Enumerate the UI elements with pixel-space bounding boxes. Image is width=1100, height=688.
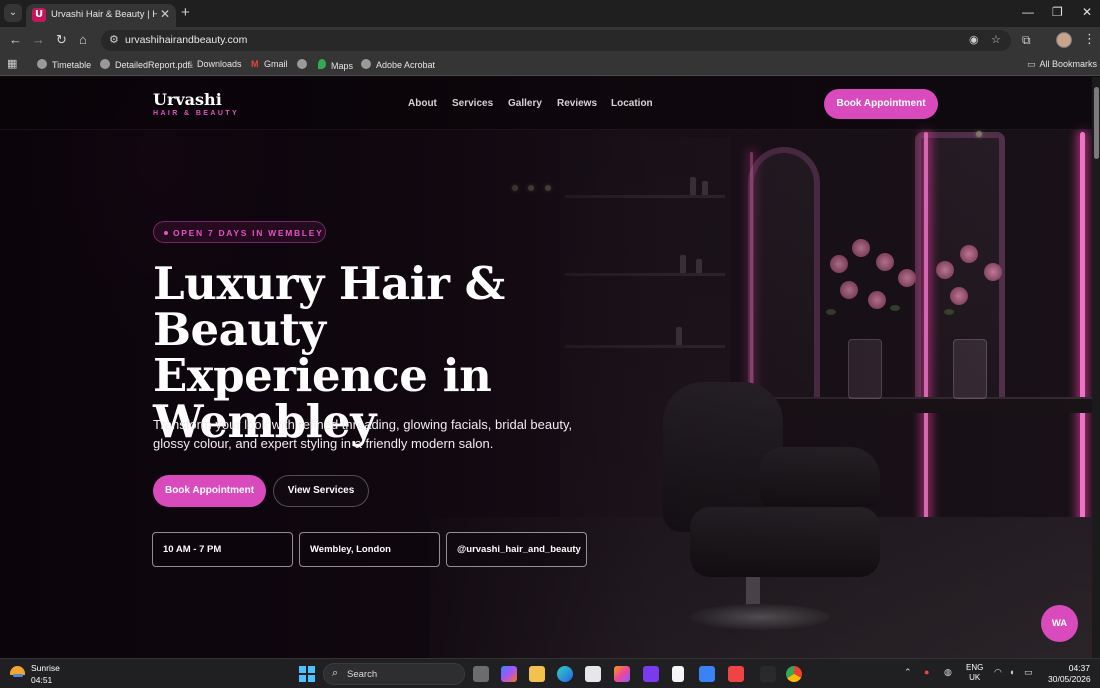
tray-app-icon[interactable]: ● bbox=[924, 667, 929, 677]
volume-icon[interactable]: ◖ bbox=[1009, 667, 1014, 677]
chrome-icon[interactable] bbox=[786, 666, 802, 682]
hero-subtitle: Transform your look with refined threadi… bbox=[153, 417, 573, 451]
all-bookmarks[interactable]: ▭ All Bookmarks bbox=[1027, 59, 1097, 70]
search-placeholder: Search bbox=[347, 669, 378, 680]
browser-toolbar: ← → ↻ ⌂ ⚙ urvashihairandbeauty.com ◉ ☆ ⧉… bbox=[0, 27, 1100, 54]
nav-about[interactable]: About bbox=[408, 98, 437, 109]
badge-text: OPEN 7 DAYS IN WEMBLEY bbox=[173, 227, 324, 238]
book-appointment-button[interactable]: Book Appointment bbox=[153, 475, 266, 507]
folder-icon: ▭ bbox=[1027, 59, 1036, 69]
windows-start-icon[interactable] bbox=[299, 666, 315, 682]
hero-title-line: Experience in bbox=[153, 349, 492, 402]
gmail-icon: M bbox=[251, 59, 259, 69]
language-indicator[interactable]: ENG UK bbox=[966, 663, 983, 683]
clipchamp-icon[interactable] bbox=[643, 666, 659, 682]
scrollbar-thumb[interactable] bbox=[1094, 87, 1099, 159]
forward-icon[interactable]: → bbox=[32, 32, 45, 47]
opening-hours-card: 10 AM - 7 PM bbox=[152, 532, 293, 567]
window-close-icon[interactable]: ✕ bbox=[1082, 5, 1092, 19]
task-view-icon[interactable] bbox=[473, 666, 489, 682]
site-favicon-icon: U bbox=[32, 8, 46, 22]
eye-off-icon[interactable]: ◉ bbox=[969, 33, 979, 46]
nav-services[interactable]: Services bbox=[452, 98, 493, 109]
browser-tab-strip: ⌄ U Urvashi Hair & Beauty | Hair Sa ✕ + … bbox=[0, 0, 1100, 27]
bookmark-detailedreport[interactable]: DetailedReport.pdf bbox=[100, 59, 190, 70]
bookmark-maps[interactable]: Maps bbox=[318, 59, 353, 71]
back-icon[interactable]: ← bbox=[9, 32, 22, 47]
globe-icon bbox=[361, 59, 371, 69]
system-clock[interactable]: 04:37 30/05/2026 bbox=[1048, 663, 1091, 685]
browser-menu-icon[interactable]: ⋮ bbox=[1083, 31, 1096, 47]
bookmark-downloads[interactable]: ⤓ Downloads bbox=[189, 59, 242, 70]
home-icon[interactable]: ⌂ bbox=[79, 32, 87, 47]
instagram-icon[interactable] bbox=[614, 666, 630, 682]
whatsapp-button[interactable]: WA bbox=[1041, 605, 1078, 642]
maps-pin-icon bbox=[318, 59, 326, 69]
header-book-appointment-button[interactable]: Book Appointment bbox=[824, 89, 938, 119]
tray-network-app-icon[interactable]: ◍ bbox=[944, 667, 952, 678]
location-card: Wembley, London bbox=[299, 532, 440, 567]
notepad-icon[interactable] bbox=[672, 666, 684, 682]
edge-icon[interactable] bbox=[557, 666, 573, 682]
minimize-icon[interactable]: — bbox=[1022, 5, 1034, 19]
brand-logo[interactable]: Urvashi bbox=[153, 90, 222, 109]
windows-taskbar: Sunrise 04:51 ⌕ Search ⌃ ● ◍ ENG UK ◠ ◖ … bbox=[0, 658, 1100, 688]
wifi-icon[interactable]: ◠ bbox=[994, 667, 1002, 678]
site-header: Urvashi HAIR & BEAUTY About Services Gal… bbox=[0, 77, 1100, 130]
weather-time[interactable]: 04:51 bbox=[31, 675, 52, 685]
search-icon: ⌕ bbox=[332, 667, 339, 679]
url-text[interactable]: urvashihairandbeauty.com bbox=[125, 34, 247, 46]
instagram-card[interactable]: @urvashi_hair_and_beauty bbox=[446, 532, 587, 567]
brand-tagline: HAIR & BEAUTY bbox=[153, 110, 240, 117]
weather-label[interactable]: Sunrise bbox=[31, 663, 60, 673]
nav-gallery[interactable]: Gallery bbox=[508, 98, 542, 109]
badge-dot-icon bbox=[164, 231, 168, 235]
reload-icon[interactable]: ↻ bbox=[56, 32, 67, 48]
tab-search-icon[interactable]: ⌄ bbox=[4, 4, 22, 22]
youtube-icon[interactable] bbox=[728, 666, 744, 682]
hero-title-line: Luxury Hair & Beauty bbox=[153, 257, 505, 356]
bookmarks-bar: ▦ Timetable DetailedReport.pdf ⤓ Download… bbox=[0, 54, 1100, 76]
bookmark-globe[interactable] bbox=[297, 59, 312, 70]
media-app-icon[interactable] bbox=[760, 666, 776, 682]
view-services-button[interactable]: View Services bbox=[273, 475, 369, 507]
download-icon: ⤓ bbox=[189, 59, 193, 69]
bookmark-adobe-acrobat[interactable]: Adobe Acrobat bbox=[361, 59, 435, 70]
profile-avatar[interactable] bbox=[1056, 32, 1072, 48]
restore-icon[interactable]: ❐ bbox=[1052, 5, 1063, 19]
tab-title: Urvashi Hair & Beauty | Hair Sa bbox=[51, 9, 157, 20]
battery-icon[interactable]: ▭ bbox=[1024, 667, 1033, 678]
bookmark-timetable[interactable]: Timetable bbox=[37, 59, 91, 70]
browser-tab-active[interactable]: U Urvashi Hair & Beauty | Hair Sa ✕ bbox=[26, 4, 176, 27]
tab-close-icon[interactable]: ✕ bbox=[160, 7, 170, 21]
new-tab-icon[interactable]: + bbox=[181, 4, 190, 22]
taskbar-search[interactable]: ⌕ Search bbox=[323, 663, 465, 685]
copilot-icon[interactable] bbox=[501, 666, 517, 682]
page-viewport: Urvashi HAIR & BEAUTY About Services Gal… bbox=[0, 77, 1100, 658]
arrow-app-icon[interactable] bbox=[699, 666, 715, 682]
extensions-icon[interactable]: ⧉ bbox=[1022, 33, 1031, 48]
globe-icon bbox=[37, 59, 47, 69]
scrollbar-track[interactable] bbox=[1092, 77, 1100, 658]
nav-location[interactable]: Location bbox=[611, 98, 653, 109]
bookmark-gmail[interactable]: M Gmail bbox=[251, 59, 288, 69]
globe-icon bbox=[100, 59, 110, 69]
bookmark-star-icon[interactable]: ☆ bbox=[991, 33, 1001, 46]
site-info-icon[interactable]: ⚙ bbox=[109, 33, 119, 46]
file-explorer-icon[interactable] bbox=[529, 666, 545, 682]
globe-icon bbox=[297, 59, 307, 69]
apps-grid-icon[interactable]: ▦ bbox=[7, 57, 17, 70]
store-icon[interactable] bbox=[585, 666, 601, 682]
open-badge: OPEN 7 DAYS IN WEMBLEY bbox=[153, 221, 326, 243]
sunrise-icon-base bbox=[13, 674, 23, 677]
nav-reviews[interactable]: Reviews bbox=[557, 98, 597, 109]
tray-overflow-icon[interactable]: ⌃ bbox=[904, 667, 912, 678]
address-bar[interactable]: ⚙ urvashihairandbeauty.com ◉ ☆ bbox=[101, 30, 1011, 51]
